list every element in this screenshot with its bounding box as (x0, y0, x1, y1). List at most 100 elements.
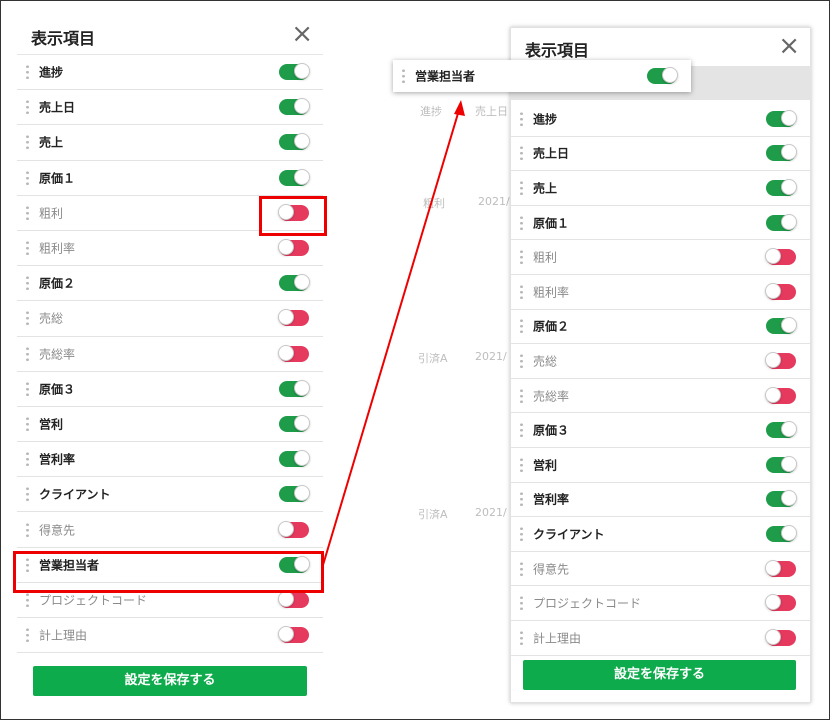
drag-handle-icon[interactable] (520, 525, 523, 542)
list-item[interactable]: 営利 (511, 448, 810, 483)
close-icon[interactable]: × (778, 33, 800, 59)
toggle-switch[interactable] (765, 628, 796, 646)
toggle-switch[interactable] (766, 524, 797, 542)
list-item[interactable]: 原価３ (17, 372, 323, 407)
list-item[interactable]: 得意先 (17, 512, 323, 548)
drag-handle-icon[interactable] (26, 591, 29, 608)
list-item[interactable]: 営利率 (511, 483, 810, 518)
list-item[interactable]: 計上理由 (511, 621, 810, 656)
toggle-switch[interactable] (766, 490, 797, 508)
toggle-switch[interactable] (766, 317, 797, 335)
close-icon[interactable]: × (291, 21, 313, 47)
toggle-switch[interactable] (279, 133, 310, 151)
drag-handle-icon[interactable] (520, 387, 523, 404)
list-item[interactable]: 売総率 (17, 337, 323, 372)
toggle-switch[interactable] (279, 98, 310, 116)
drag-handle-icon[interactable] (520, 491, 523, 508)
list-item[interactable]: プロジェクトコード (511, 586, 810, 621)
toggle-switch[interactable] (765, 559, 796, 577)
drag-handle-icon[interactable] (520, 249, 523, 266)
list-item[interactable]: 進捗 (17, 55, 323, 91)
toggle-switch[interactable] (766, 455, 797, 473)
toggle-switch[interactable] (766, 213, 797, 231)
drag-handle-icon[interactable] (26, 275, 29, 292)
drag-handle-icon[interactable] (520, 179, 523, 196)
toggle-switch[interactable] (279, 450, 310, 468)
toggle-switch[interactable] (278, 239, 309, 257)
drag-handle-icon[interactable] (26, 380, 29, 397)
drag-handle-icon[interactable] (520, 214, 523, 231)
toggle-switch[interactable] (765, 351, 796, 369)
drag-handle-icon[interactable] (520, 422, 523, 439)
drag-handle-icon[interactable] (520, 595, 523, 612)
drag-handle-icon[interactable] (520, 110, 523, 127)
save-settings-button[interactable]: 設定を保存する (33, 666, 307, 696)
drag-handle-icon[interactable] (520, 560, 523, 577)
list-item[interactable]: クライアント (511, 517, 810, 552)
list-item[interactable]: 営利率 (17, 442, 323, 478)
list-item[interactable]: 売総 (511, 344, 810, 379)
toggle-switch[interactable] (278, 344, 309, 362)
drag-handle-icon[interactable] (402, 68, 405, 84)
drag-handle-icon[interactable] (26, 99, 29, 116)
toggle-switch[interactable] (279, 63, 310, 81)
drag-handle-icon[interactable] (26, 64, 29, 81)
toggle-switch[interactable] (279, 379, 310, 397)
toggle-switch[interactable] (279, 485, 310, 503)
toggle-switch[interactable] (765, 594, 796, 612)
toggle-switch[interactable] (766, 421, 797, 439)
list-item[interactable]: 粗利 (511, 240, 810, 275)
toggle-switch[interactable] (765, 386, 796, 404)
drag-handle-icon[interactable] (26, 521, 29, 538)
drag-handle-icon[interactable] (26, 169, 29, 186)
toggle-switch[interactable] (765, 282, 796, 300)
toggle-switch[interactable] (278, 520, 309, 538)
toggle-switch[interactable] (766, 109, 797, 127)
list-item[interactable]: 原価２ (17, 266, 323, 302)
toggle-switch[interactable] (279, 274, 310, 292)
drag-handle-icon[interactable] (26, 486, 29, 503)
toggle-switch[interactable] (278, 590, 309, 608)
drag-handle-icon[interactable] (26, 451, 29, 468)
list-item[interactable]: 粗利率 (17, 231, 323, 267)
toggle-switch[interactable] (765, 248, 796, 266)
list-item[interactable]: 計上理由 (17, 618, 323, 654)
save-settings-button[interactable]: 設定を保存する (523, 660, 796, 690)
drag-handle-icon[interactable] (520, 629, 523, 646)
list-item[interactable]: 原価３ (511, 413, 810, 448)
drag-handle-icon[interactable] (520, 145, 523, 162)
drag-handle-icon[interactable] (26, 134, 29, 151)
drag-handle-icon[interactable] (520, 352, 523, 369)
list-item[interactable]: クライアント (17, 477, 323, 513)
toggle-switch[interactable] (279, 414, 310, 432)
list-item[interactable]: 売総率 (511, 379, 810, 414)
toggle-switch[interactable] (278, 309, 309, 327)
drag-handle-icon[interactable] (26, 240, 29, 257)
list-item[interactable]: 営利 (17, 407, 323, 443)
drag-handle-icon[interactable] (26, 345, 29, 362)
list-item[interactable]: 売総 (17, 301, 323, 337)
list-item[interactable]: 粗利率 (511, 275, 810, 310)
dragging-item[interactable]: 営業担当者 (393, 60, 691, 92)
list-item[interactable]: 売上日 (511, 137, 810, 172)
drag-handle-icon[interactable] (520, 456, 523, 473)
toggle-switch[interactable] (278, 626, 309, 644)
list-item[interactable]: 得意先 (511, 552, 810, 587)
list-item[interactable]: 原価２ (511, 310, 810, 345)
drag-handle-icon[interactable] (26, 627, 29, 644)
list-item[interactable]: 売上 (17, 125, 323, 161)
list-item[interactable]: 売上 (511, 171, 810, 206)
list-item[interactable]: 原価１ (17, 161, 323, 196)
list-item[interactable]: 進捗 (511, 102, 810, 137)
drag-handle-icon[interactable] (520, 318, 523, 335)
drag-handle-icon[interactable] (26, 310, 29, 327)
toggle-switch[interactable] (766, 144, 797, 162)
toggle-switch[interactable] (647, 67, 678, 84)
list-item[interactable]: 売上日 (17, 90, 323, 126)
drag-handle-icon[interactable] (26, 415, 29, 432)
toggle-switch[interactable] (766, 178, 797, 196)
drag-handle-icon[interactable] (520, 283, 523, 300)
toggle-switch[interactable] (279, 168, 310, 186)
list-item[interactable]: 原価１ (511, 206, 810, 241)
drag-handle-icon[interactable] (26, 204, 29, 221)
